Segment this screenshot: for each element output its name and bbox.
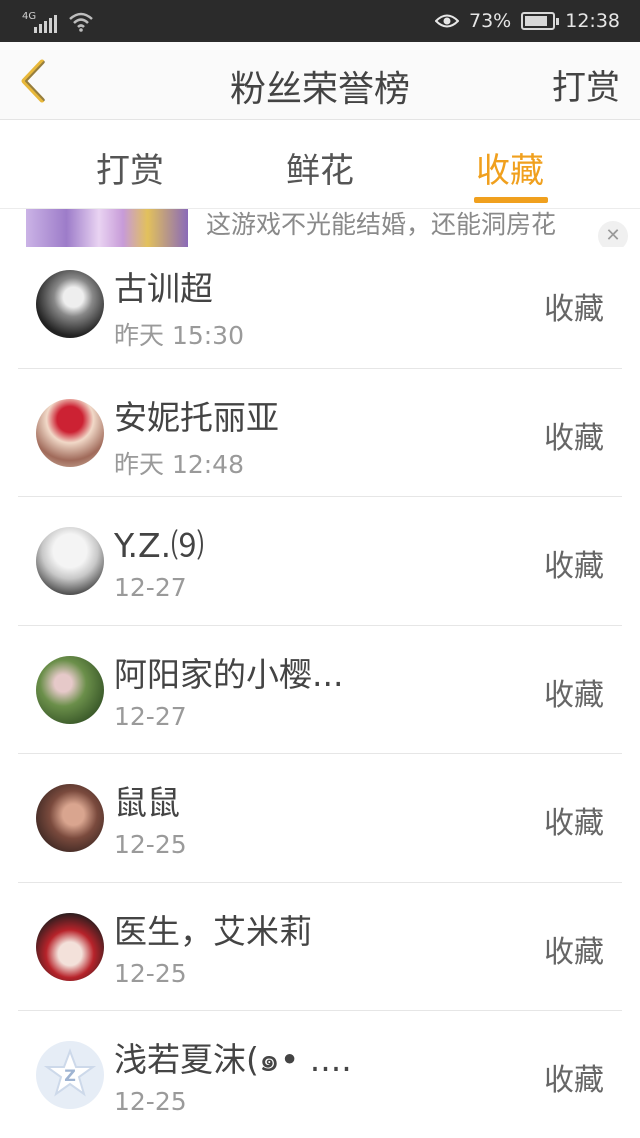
timestamp: 12-25: [114, 958, 187, 988]
tab-favorites[interactable]: 收藏: [450, 143, 570, 192]
user-name: 浅若夏沫(๑• ....: [114, 1040, 352, 1079]
cell-signal-icon: 4G: [22, 11, 60, 33]
wifi-icon: [69, 12, 93, 32]
favorite-label: 收藏: [544, 806, 604, 841]
status-left: 4G: [22, 9, 94, 33]
avatar[interactable]: [36, 784, 104, 852]
tab-bar: 打赏 鲜花 收藏: [0, 121, 640, 209]
user-name: 安妮托丽亚: [114, 397, 279, 437]
favorite-label: 收藏: [544, 292, 604, 327]
battery-icon: [521, 12, 560, 30]
default-avatar-icon[interactable]: Z: [36, 1041, 104, 1109]
tab-flowers[interactable]: 鲜花: [260, 143, 380, 192]
user-name: 阿阳家的小樱...: [114, 654, 344, 694]
status-bar: 4G 73% 12:38: [0, 0, 640, 42]
favorites-list: 古训超 昨天 15:30 收藏 安妮托丽亚 昨天 12:48 收藏 Y.Z.⑼ …: [18, 240, 622, 1138]
avatar[interactable]: [36, 527, 104, 595]
avatar[interactable]: [36, 912, 104, 981]
page-title: 粉丝荣誉榜: [229, 69, 410, 110]
tab-reward[interactable]: 打赏: [70, 143, 190, 192]
reward-button[interactable]: 打赏: [552, 60, 620, 109]
list-item[interactable]: 安妮托丽亚 昨天 12:48 收藏: [18, 369, 622, 497]
timestamp: 12-27: [114, 701, 187, 731]
user-name: 鼠鼠: [114, 783, 180, 822]
timestamp: 12-25: [114, 830, 187, 859]
list-item[interactable]: 古训超 昨天 15:30 收藏: [18, 240, 622, 369]
favorite-label: 收藏: [544, 1063, 604, 1098]
avatar[interactable]: [36, 270, 104, 338]
user-name: 医生，艾米莉: [114, 911, 312, 951]
clock: 12:38: [565, 10, 620, 32]
favorite-label: 收藏: [544, 420, 604, 456]
banner-text: 这游戏不光能结婚，还能洞房花: [206, 210, 557, 239]
list-item[interactable]: 阿阳家的小樱... 12-27 收藏: [18, 626, 622, 754]
list-item[interactable]: Z 浅若夏沫(๑• .... 12-25 收藏: [18, 1011, 622, 1138]
timestamp: 12-27: [114, 573, 187, 602]
avatar[interactable]: [36, 655, 104, 724]
user-name: Y.Z.⑼: [114, 526, 205, 565]
timestamp: 昨天 12:48: [114, 449, 244, 479]
timestamp: 昨天 15:30: [114, 321, 244, 350]
app-header: 粉丝荣誉榜 打赏: [0, 42, 640, 120]
list-item[interactable]: Y.Z.⑼ 12-27 收藏: [18, 497, 622, 626]
list-item[interactable]: 鼠鼠 12-25 收藏: [18, 754, 622, 883]
favorite-label: 收藏: [544, 549, 604, 584]
favorite-label: 收藏: [544, 677, 604, 713]
eye-icon: [435, 14, 459, 28]
active-tab-indicator: [474, 197, 548, 203]
battery-fill: [525, 16, 548, 26]
status-right: 73% 12:38: [435, 0, 620, 42]
battery-percent: 73%: [469, 10, 512, 32]
timestamp: 12-25: [114, 1087, 187, 1116]
list-item[interactable]: 医生，艾米莉 12-25 收藏: [18, 883, 622, 1011]
svg-text:Z: Z: [64, 1066, 76, 1085]
avatar[interactable]: [36, 398, 104, 467]
favorite-label: 收藏: [544, 934, 604, 970]
user-name: 古训超: [114, 269, 213, 308]
